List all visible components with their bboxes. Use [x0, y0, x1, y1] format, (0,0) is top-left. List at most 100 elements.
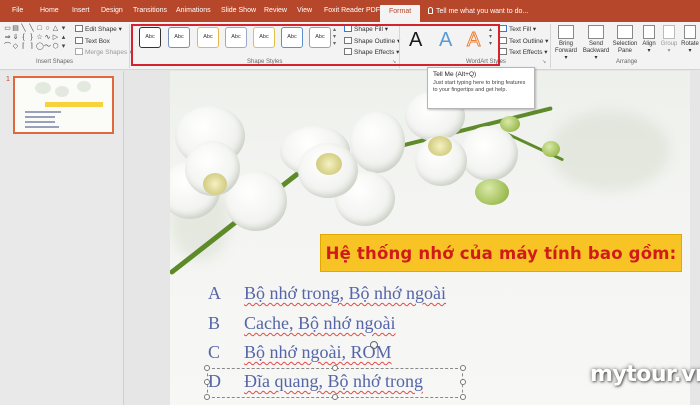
rectangle-shape-icon[interactable]: □ — [36, 25, 43, 33]
wave-shape-icon[interactable]: 〜 — [44, 43, 51, 51]
shape-style-swatch[interactable]: Abc — [168, 27, 190, 48]
shape-style-swatch[interactable]: Abc — [253, 27, 275, 48]
slide-canvas[interactable]: Hệ thống nhớ của máy tính bao gồm: A Bộ n… — [170, 71, 690, 405]
tab-transitions[interactable]: Transitions — [133, 7, 167, 14]
triangle-shape-icon[interactable]: ▷ — [52, 34, 59, 42]
expand-gallery-icon[interactable]: ▾ — [60, 43, 67, 51]
tab-home[interactable]: Home — [40, 7, 59, 14]
insert-shapes-group-label: Insert Shapes — [36, 59, 74, 65]
tab-foxit-reader-pdf[interactable]: Foxit Reader PDF — [324, 7, 380, 14]
send-backward-button[interactable]: Send Backward ▾ — [582, 25, 610, 62]
thumbnail-flower — [35, 82, 51, 94]
shape-fill-button[interactable]: Shape Fill ▾ — [344, 25, 388, 33]
tab-insert[interactable]: Insert — [72, 7, 90, 14]
brace-shape-icon[interactable]: { — [20, 34, 27, 42]
tab-format[interactable]: Format — [380, 5, 421, 22]
edit-shape-button[interactable]: Edit Shape ▾ — [75, 25, 122, 33]
answer-option-a[interactable]: A Bộ nhớ trong, Bộ nhớ ngoài — [208, 283, 446, 304]
wordart-gallery-scroll-icon[interactable]: ▴ ▾ ▾ — [489, 26, 492, 47]
bracket-shape-icon[interactable]: ⌈ — [20, 43, 27, 51]
tab-view[interactable]: View — [297, 7, 312, 14]
dialog-launcher-icon[interactable]: ↘ — [392, 59, 396, 65]
shape-style-swatch[interactable]: Abc — [139, 27, 161, 48]
orchid-center — [428, 136, 452, 156]
answer-option-b[interactable]: B Cache, Bộ nhớ ngoài — [208, 313, 396, 334]
resize-handle[interactable] — [460, 394, 466, 400]
tab-design[interactable]: Design — [101, 7, 123, 14]
align-button[interactable]: Align ▾ — [640, 25, 658, 55]
shape-outline-button[interactable]: Shape Outline ▾ — [344, 37, 400, 45]
watermark-logo: mytour.vn — [590, 362, 700, 387]
text-effects-button[interactable]: Text Effects ▾ — [499, 48, 548, 56]
rotate-handle[interactable] — [370, 341, 378, 349]
curve-shape-icon[interactable]: ∿ — [44, 34, 51, 42]
resize-handle[interactable] — [332, 394, 338, 400]
tell-me-tooltip: Tell Me (Alt+Q) Just start typing here t… — [427, 67, 535, 109]
scroll-shapes-icon[interactable]: ▴ — [60, 34, 67, 42]
wordart-style-letter[interactable]: A — [409, 29, 422, 52]
shape-effects-button[interactable]: Shape Effects ▾ — [344, 48, 399, 56]
bracket-shape-icon[interactable]: ⌉ — [28, 43, 35, 51]
group-divider — [550, 24, 551, 68]
group-divider — [129, 24, 130, 68]
tell-me-search[interactable]: Tell me what you want to do... — [428, 7, 528, 15]
shape-style-swatch[interactable]: Abc — [281, 27, 303, 48]
hexagon-shape-icon[interactable]: ⬡ — [52, 43, 59, 51]
tab-slide-show[interactable]: Slide Show — [221, 7, 256, 14]
text-box-button[interactable]: Text Box — [75, 37, 110, 45]
slide-thumbnail-pane: 1 — [0, 71, 124, 405]
shape-effects-icon — [344, 48, 352, 55]
tab-file[interactable]: File — [12, 7, 23, 14]
text-fill-button[interactable]: Text Fill ▾ — [499, 25, 536, 33]
arrow-shape-icon[interactable]: ⇓ — [12, 34, 19, 42]
align-icon — [643, 25, 655, 39]
freeform-shape-icon[interactable]: ⌒ — [4, 43, 11, 51]
group-button[interactable]: Group ▾ — [659, 25, 679, 55]
rotate-button[interactable]: Rotate ▾ — [680, 25, 700, 55]
resize-handle[interactable] — [204, 394, 210, 400]
callout-shape-icon[interactable]: ◇ — [12, 43, 19, 51]
text-outline-button[interactable]: Text Outline ▾ — [499, 37, 548, 45]
circle-shape-icon[interactable]: ◯ — [36, 43, 44, 51]
resize-handle[interactable] — [204, 379, 210, 385]
arrow-shape-icon[interactable]: ⇒ — [4, 34, 11, 42]
orchid-bud — [542, 141, 560, 157]
orchid-petal — [460, 126, 518, 181]
tab-animations[interactable]: Animations — [176, 7, 211, 14]
brace-shape-icon[interactable]: } — [28, 34, 35, 42]
wordart-style-letter[interactable]: A — [466, 29, 480, 52]
shapes-gallery[interactable]: ▭ ▤ ╲ ╲ □ ○ △ ▾ ⇒ ⇓ { } ☆ ∿ ▷ ▴ ⌒ ◇ ⌈ ⌉ … — [4, 25, 66, 53]
resize-handle[interactable] — [460, 379, 466, 385]
shape-style-swatch[interactable]: Abc — [225, 27, 247, 48]
more-shapes-icon[interactable]: ▾ — [60, 25, 67, 33]
wordart-style-letter[interactable]: A — [439, 29, 452, 52]
shape-style-swatch[interactable]: Abc — [309, 27, 331, 48]
shape-style-swatch[interactable]: Abc — [197, 27, 219, 48]
thumbnail-text-line — [25, 121, 55, 123]
star-shape-icon[interactable]: ☆ — [36, 34, 43, 42]
line-shape-icon[interactable]: ╲ — [20, 25, 27, 33]
gallery-scroll-icon[interactable]: ▴ ▾ ▾ — [333, 26, 336, 47]
dialog-launcher-icon[interactable]: ↘ — [542, 59, 546, 65]
resize-handle[interactable] — [204, 365, 210, 371]
slide-title-box[interactable]: Hệ thống nhớ của máy tính bao gồm: — [320, 234, 682, 272]
slide-thumbnail[interactable] — [13, 76, 114, 134]
line-shape-icon[interactable]: ╲ — [28, 25, 35, 33]
oval-shape-icon[interactable]: ○ — [44, 25, 51, 33]
resize-handle[interactable] — [332, 365, 338, 371]
bring-forward-button[interactable]: Bring Forward ▾ — [553, 25, 579, 62]
orchid-bud — [475, 179, 509, 205]
text-effects-icon — [499, 48, 507, 55]
textbox-shape-icon[interactable]: ▤ — [12, 25, 19, 33]
merge-shapes-button[interactable]: Merge Shapes ▾ — [75, 48, 132, 56]
thumbnail-text-line — [25, 111, 61, 113]
shape-styles-group-label: Shape Styles — [247, 59, 283, 65]
rectangle-shape-icon[interactable]: ▭ — [4, 25, 11, 33]
ribbon: ▭ ▤ ╲ ╲ □ ○ △ ▾ ⇒ ⇓ { } ☆ ∿ ▷ ▴ ⌒ ◇ ⌈ ⌉ … — [0, 22, 700, 70]
resize-handle[interactable] — [460, 365, 466, 371]
triangle-shape-icon[interactable]: △ — [52, 25, 59, 33]
selection-pane-button[interactable]: Selection Pane — [612, 25, 638, 55]
text-fill-icon — [499, 25, 507, 32]
tab-review[interactable]: Review — [264, 7, 287, 14]
answer-option-c[interactable]: C Bộ nhớ ngoài, ROM — [208, 342, 392, 363]
